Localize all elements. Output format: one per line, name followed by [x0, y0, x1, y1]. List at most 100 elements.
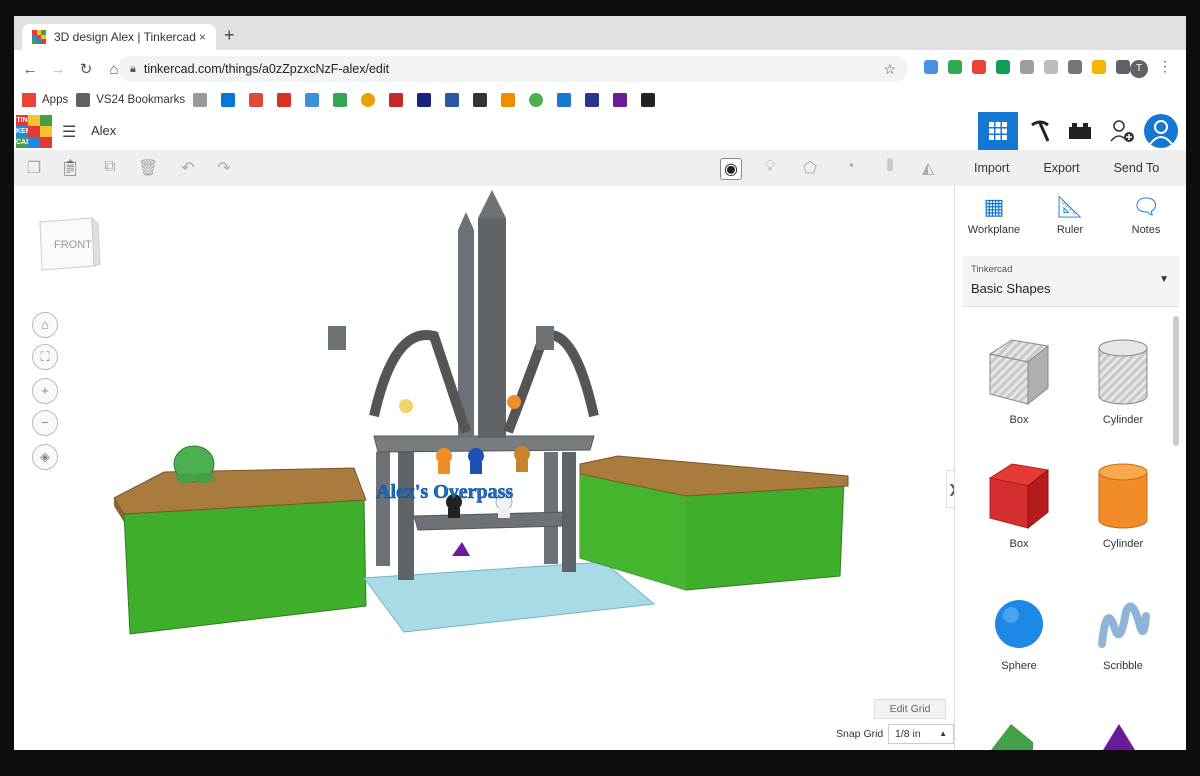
tinkercad-favicon-icon	[32, 30, 46, 44]
design-list-icon[interactable]: ☰	[62, 122, 76, 142]
workplane[interactable]: FRONT Alex's Overpass ⌂ ⛶ + − ◈ Edit Gri…	[14, 186, 960, 750]
bookmark-item[interactable]	[529, 93, 549, 107]
user-avatar[interactable]	[1144, 114, 1178, 148]
group-icon[interactable]: ⬠	[800, 158, 820, 178]
ortho-view-icon[interactable]: ◈	[32, 444, 58, 470]
export-button[interactable]: Export	[1043, 161, 1079, 175]
bookmark-star-icon[interactable]: ☆	[883, 61, 896, 78]
fit-view-icon[interactable]: ⛶	[32, 344, 58, 370]
bookmark-item[interactable]	[333, 93, 353, 107]
shape-box-red[interactable]: Box	[969, 460, 1069, 550]
extension-icon[interactable]	[996, 60, 1010, 74]
duplicate-icon[interactable]: ⧉	[100, 158, 120, 178]
import-export-bar: Import Export Send To	[954, 150, 1186, 187]
align-icon[interactable]: ⫴	[880, 158, 900, 178]
lightbulb-icon[interactable]: 💡︎	[760, 158, 780, 178]
bookmark-item[interactable]: Apps	[22, 93, 68, 107]
shape-pyramid-icon[interactable]	[1099, 722, 1139, 750]
shape-cylinder-orange[interactable]: Cylinder	[1073, 460, 1173, 550]
bookmark-item[interactable]: VS24 Bookmarks	[76, 93, 185, 107]
edit-grid-button[interactable]: Edit Grid	[874, 699, 946, 719]
bookmark-item[interactable]	[389, 93, 409, 107]
box-icon	[988, 339, 1050, 406]
bookmark-item[interactable]	[221, 93, 241, 107]
bookmark-item[interactable]	[305, 93, 325, 107]
shape-sphere[interactable]: Sphere	[969, 596, 1069, 672]
bookmark-item[interactable]	[613, 93, 633, 107]
shape-label: Scribble	[1103, 660, 1143, 672]
reload-icon[interactable]: ↻	[74, 60, 98, 78]
bookmark-item[interactable]	[417, 93, 437, 107]
delete-icon[interactable]: 🗑︎	[138, 158, 158, 178]
menu-kebab-icon[interactable]: ⋮	[1158, 58, 1172, 75]
shape-scribble[interactable]: Scribble	[1073, 596, 1173, 672]
right-block[interactable]	[579, 455, 849, 591]
shape-cylinder-striped[interactable]: Cylinder	[1073, 336, 1173, 426]
design-name[interactable]: Alex	[91, 123, 116, 138]
left-block[interactable]	[113, 467, 367, 635]
bookmark-item[interactable]	[249, 93, 269, 107]
frog-figure[interactable]	[173, 445, 215, 483]
shape-library-select[interactable]: Tinkercad Basic Shapes ▼	[963, 256, 1179, 307]
address-bar-row: ← → ↻ ⌂ 🔒︎ tinkercad.com/things/a0zZpzxc…	[14, 50, 1186, 88]
edit-toolbar: ❐ 📋︎ ⧉ 🗑︎ ↶ ↷ ◉ 💡︎ ⬠ ◔ ⫴ ◭	[14, 150, 954, 187]
ungroup-icon[interactable]: ◔	[840, 158, 860, 178]
bookmark-item[interactable]	[473, 93, 493, 107]
extension-icon[interactable]	[972, 60, 986, 74]
panel-scrollbar[interactable]	[1173, 316, 1179, 446]
extension-icon[interactable]	[948, 60, 962, 74]
import-button[interactable]: Import	[974, 161, 1009, 175]
send-to-button[interactable]: Send To	[1114, 161, 1160, 175]
mirror-icon[interactable]: ◭	[918, 158, 938, 178]
ruler-tool[interactable]: 📐︎ Ruler	[1035, 194, 1105, 236]
extension-icon[interactable]	[1068, 60, 1082, 74]
shape-label: Cylinder	[1102, 414, 1144, 426]
extension-icon[interactable]	[1092, 60, 1106, 74]
bookmark-favicon-icon	[249, 93, 264, 107]
bookmark-item[interactable]	[277, 93, 297, 107]
bookmark-item[interactable]	[585, 93, 605, 107]
library-category: Tinkercad	[971, 264, 1013, 275]
zoom-out-icon[interactable]: −	[32, 410, 58, 436]
bookmark-item[interactable]	[193, 93, 213, 107]
extension-icon[interactable]	[1020, 60, 1034, 74]
url-bar[interactable]: 🔒︎ tinkercad.com/things/a0zZpzxcNzF-alex…	[118, 56, 908, 82]
shape-roof-icon[interactable]	[987, 722, 1037, 750]
back-icon[interactable]: ←	[18, 61, 42, 78]
bookmark-item[interactable]	[445, 93, 465, 107]
bookmark-item[interactable]	[361, 93, 381, 107]
copy-icon[interactable]: ❐	[24, 158, 44, 178]
overpass-text[interactable]: Alex's Overpass	[376, 481, 514, 504]
bookmark-item[interactable]	[641, 93, 661, 107]
bridge-tower[interactable]	[328, 190, 599, 580]
extension-icon[interactable]	[924, 60, 938, 74]
snap-grid-select[interactable]: 1/8 in ▲	[888, 724, 954, 744]
extension-icon[interactable]	[1044, 60, 1058, 74]
tab-close-icon[interactable]: ×	[199, 30, 206, 44]
3d-view-button[interactable]	[978, 112, 1018, 150]
profile-avatar[interactable]: T	[1130, 60, 1148, 78]
zoom-in-icon[interactable]: +	[32, 378, 58, 404]
home-view-icon[interactable]: ⌂	[32, 312, 58, 338]
bricks-view-button[interactable]	[1060, 112, 1100, 150]
shape-box-striped[interactable]: Box	[969, 336, 1069, 426]
apps-grid-icon	[22, 93, 36, 107]
3d-scene[interactable]: FRONT Alex's Overpass	[14, 186, 954, 750]
bookmark-item[interactable]	[557, 93, 577, 107]
browser-tab[interactable]: 3D design Alex | Tinkercad ×	[22, 24, 216, 50]
paste-icon[interactable]: 📋︎	[60, 158, 80, 178]
bookmark-item[interactable]	[501, 93, 521, 107]
notes-tool[interactable]: 🗨︎ Notes	[1111, 194, 1181, 236]
new-tab-button[interactable]: +	[224, 26, 235, 44]
show-all-icon[interactable]: ◉	[720, 158, 742, 180]
puzzle-icon[interactable]	[1116, 60, 1130, 74]
forward-icon[interactable]: →	[46, 61, 70, 78]
tinkercad-logo[interactable]: TIN KER CAD	[16, 115, 52, 148]
undo-icon[interactable]: ↶	[178, 158, 198, 178]
invite-user-button[interactable]	[1102, 112, 1142, 150]
workplane-label: Workplane	[967, 224, 1021, 236]
workplane-tool[interactable]: ▦ Workplane	[959, 194, 1029, 236]
blocks-view-button[interactable]	[1020, 112, 1060, 150]
view-cube[interactable]: FRONT	[39, 216, 101, 271]
redo-icon[interactable]: ↷	[214, 158, 234, 178]
